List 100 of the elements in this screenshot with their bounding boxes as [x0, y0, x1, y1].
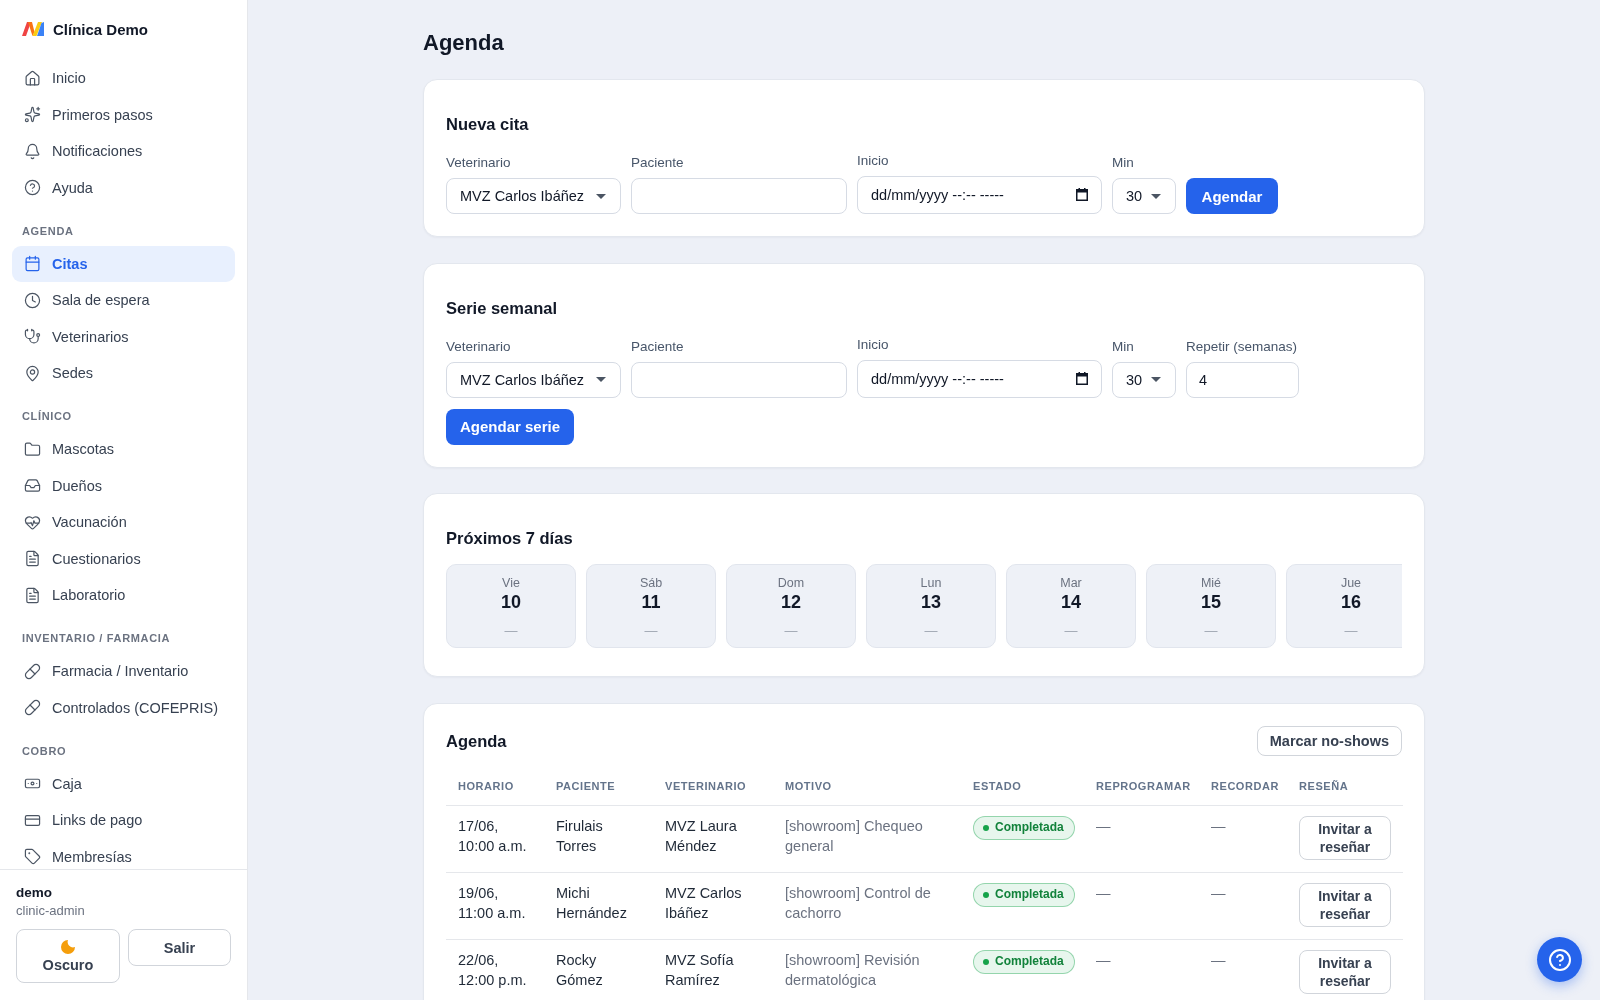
column-header: VETERINARIO	[653, 766, 773, 805]
bell-icon	[24, 142, 41, 160]
pill-icon	[24, 662, 41, 680]
inbox-icon	[24, 477, 41, 495]
day-summary: —	[1344, 623, 1358, 639]
nav-item[interactable]: Links de pago	[12, 802, 235, 839]
column-header: HORARIO	[446, 766, 544, 805]
vet-cell: MVZ Laura Méndez	[653, 805, 773, 872]
patient-cell: Michi Hernández	[544, 872, 653, 939]
invite-review-button[interactable]: Invitar a reseñar	[1299, 815, 1391, 860]
time-cell: 17/06, 10:00 a.m.	[446, 805, 544, 872]
datetime-field[interactable]: dd/mm/yyyy --:-- -----	[857, 359, 1102, 398]
status-label: Completada	[995, 953, 1064, 971]
document-icon	[24, 586, 41, 604]
minutes-select[interactable]: 30	[1112, 361, 1176, 398]
reminder-cell: —	[1199, 872, 1287, 939]
schedule-series-button[interactable]: Agendar serie	[446, 408, 574, 445]
field-label: Repetir (semanas)	[1186, 337, 1299, 356]
status-label: Completada	[995, 886, 1064, 904]
question-mark-icon	[1547, 947, 1572, 972]
section-heading: CLÍNICO	[21, 409, 73, 423]
repeat-weeks-input[interactable]: 4	[1186, 361, 1299, 398]
user-name: demo	[16, 884, 53, 902]
nav-item[interactable]: Dueños	[12, 467, 235, 504]
user-role: clinic-admin	[16, 902, 86, 920]
weekday-label: Mar	[1060, 575, 1082, 591]
theme-toggle-button[interactable]: Oscuro	[16, 929, 120, 983]
section-heading: AGENDA	[21, 223, 75, 238]
column-header: RESEÑA	[1287, 766, 1403, 805]
day-summary: —	[644, 623, 658, 639]
caret-icon	[596, 193, 606, 199]
home-icon	[24, 69, 41, 87]
day-summary: —	[1064, 623, 1078, 639]
day-summary: —	[784, 623, 798, 639]
nav-item[interactable]: Caja	[12, 765, 235, 802]
reason-cell: [showroom] Control de cachorro	[773, 872, 961, 939]
patient-cell: Rocky Gómez	[544, 939, 653, 1000]
time-cell: 22/06, 12:00 p.m.	[446, 939, 544, 1000]
nav-item[interactable]: Farmacia / Inventario	[12, 653, 235, 690]
vet-select[interactable]: MVZ Carlos Ibáñez	[446, 178, 621, 214]
schedule-button[interactable]: Agendar	[1186, 178, 1278, 214]
vet-cell: MVZ Carlos Ibáñez	[653, 872, 773, 939]
map-pin-icon	[24, 364, 41, 382]
reminder-cell: —	[1199, 939, 1287, 1000]
patient-input[interactable]	[631, 361, 847, 398]
nav-item[interactable]: Citas	[12, 245, 235, 282]
nav-item[interactable]: Laboratorio	[12, 577, 235, 614]
field-label: Inicio	[857, 335, 890, 354]
nav-item[interactable]: Notificaciones	[12, 133, 235, 170]
reschedule-cell: —	[1084, 872, 1199, 939]
nav-item[interactable]: Primeros pasos	[12, 96, 235, 133]
invite-review-button[interactable]: Invitar a reseñar	[1299, 882, 1391, 927]
caret-icon	[1151, 377, 1161, 382]
weekday-label: Mié	[1200, 575, 1222, 591]
logo-icon	[22, 22, 44, 36]
nav-item[interactable]: Veterinarios	[12, 318, 235, 355]
day-number: 12	[781, 591, 801, 613]
calendar-icon	[1076, 371, 1088, 385]
section-heading: COBRO	[21, 743, 68, 758]
datetime-field[interactable]: dd/mm/yyyy --:-- -----	[857, 176, 1102, 214]
day-summary: —	[924, 623, 938, 639]
field-label: Veterinario	[446, 154, 512, 172]
card-title: Próximos 7 días	[446, 528, 574, 549]
caret-icon	[1151, 193, 1161, 199]
invite-review-button[interactable]: Invitar a reseñar	[1299, 949, 1391, 994]
brand-name: Clínica Demo	[53, 20, 149, 38]
time-cell: 19/06, 11:00 a.m.	[446, 872, 544, 939]
field-label: Min	[1112, 337, 1135, 356]
weekday-label: Sáb	[639, 575, 663, 591]
nav-item[interactable]: Vacunación	[12, 504, 235, 541]
column-header: RECORDAR	[1199, 766, 1287, 805]
day-number: 14	[1061, 591, 1081, 613]
day-summary: —	[1204, 623, 1218, 639]
reminder-cell: —	[1199, 805, 1287, 872]
card-title: Serie semanal	[446, 297, 558, 319]
column-header: REPROGRAMAR	[1084, 766, 1199, 805]
vet-select[interactable]: MVZ Carlos Ibáñez	[446, 361, 621, 398]
weekday-label: Lun	[920, 575, 942, 591]
caret-icon	[596, 377, 606, 382]
nav-item[interactable]: Sala de espera	[12, 282, 235, 319]
day-number: 16	[1341, 591, 1361, 613]
stethoscope-icon	[24, 328, 41, 346]
column-header: MOTIVO	[773, 766, 961, 805]
reschedule-cell: —	[1084, 939, 1199, 1000]
nav-item[interactable]: Cuestionarios	[12, 540, 235, 577]
nav-item[interactable]: Ayuda	[12, 169, 235, 206]
minutes-select[interactable]: 30	[1112, 178, 1176, 214]
nav-item[interactable]: Membresías	[12, 838, 235, 869]
status-label: Completada	[995, 819, 1064, 837]
logout-button[interactable]: Salir	[128, 929, 231, 966]
nav-item[interactable]: Inicio	[12, 60, 235, 97]
patient-input[interactable]	[631, 178, 847, 214]
mark-no-shows-button[interactable]: Marcar no-shows	[1256, 725, 1402, 756]
nav-item[interactable]: Sedes	[12, 355, 235, 392]
weekday-label: Dom	[777, 575, 805, 591]
nav-item[interactable]: Mascotas	[12, 431, 235, 468]
nav-item[interactable]: Controlados (COFEPRIS)	[12, 689, 235, 726]
card-title: Nueva cita	[446, 114, 530, 135]
patient-cell: Firulais Torres	[544, 805, 653, 872]
field-label: Inicio	[857, 152, 890, 170]
